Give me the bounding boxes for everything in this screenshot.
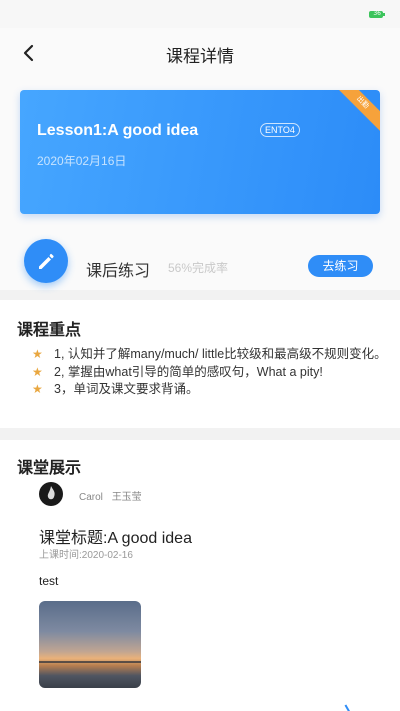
author: Carol 王玉莹 — [79, 488, 148, 503]
star-icon: ★ — [32, 364, 43, 379]
list-item: ★ 2, 掌握由what引导的简单的感叹句，What a pity! — [0, 364, 400, 382]
keypoints-list: ★ 1, 认知并了解many/much/ little比较级和最高级不规则变化。… — [0, 346, 400, 399]
star-icon: ★ — [32, 382, 43, 396]
attendance-ribbon: 出勤 — [328, 90, 380, 137]
lesson-header: 出勤 Lesson1:A good idea ENTO4 2020年02月16日… — [0, 76, 400, 290]
practice-label: 课后练习 — [86, 263, 151, 280]
list-item: ★ 3，单词及课文要求背诵。 — [0, 381, 400, 399]
practice-row: 课后练习 56%完成率 去练习 — [0, 236, 400, 286]
class-photo[interactable] — [39, 601, 141, 688]
class-time: 上课时间:2020-02-16 — [39, 550, 133, 561]
class-content: test — [39, 574, 59, 588]
list-item: ★ 1, 认知并了解many/much/ little比较级和最高级不规则变化。 — [0, 346, 400, 364]
keypoints-title: 课程重点 — [17, 322, 82, 339]
keypoint-text: 3，单词及课文要求背诵。 — [54, 382, 199, 396]
lesson-title: Lesson1:A good idea — [37, 122, 199, 139]
battery-level: 36 — [373, 10, 381, 17]
lesson-date: 2020年02月16日 — [37, 154, 127, 168]
page-title: 课程详情 — [166, 47, 234, 66]
keypoint-text: 2, 掌握由what引导的简单的感叹句，What a pity! — [54, 364, 323, 379]
author-cn: 王玉莹 — [111, 492, 142, 503]
status-bar: 36 — [0, 0, 400, 28]
lesson-tag: ENTO4 — [260, 123, 300, 137]
author-en: Carol — [79, 492, 103, 503]
flame-icon — [47, 486, 55, 500]
classroom-section: 课堂展示 Carol 王玉莹 课堂标题:A good idea 上课时间:202… — [0, 440, 400, 711]
classroom-title: 课堂展示 — [17, 460, 82, 477]
practice-icon-button[interactable] — [24, 239, 68, 283]
lesson-card: 出勤 Lesson1:A good idea ENTO4 2020年02月16日 — [20, 90, 380, 214]
class-title: 课堂标题:A good idea — [39, 530, 192, 547]
keypoint-text: 1, 认知并了解many/much/ little比较级和最高级不规则变化。 — [54, 347, 387, 361]
go-practice-button[interactable]: 去练习 — [308, 255, 373, 277]
completion-rate: 56%完成率 — [168, 261, 229, 275]
pencil-icon — [39, 253, 54, 269]
avatar[interactable] — [39, 482, 63, 506]
nav-bar: 课程详情 — [0, 28, 400, 76]
star-icon: ★ — [32, 347, 43, 361]
scroll-hint-icon — [344, 701, 356, 711]
keypoints-section: 课程重点 ★ 1, 认知并了解many/much/ little比较级和最高级不… — [0, 300, 400, 428]
